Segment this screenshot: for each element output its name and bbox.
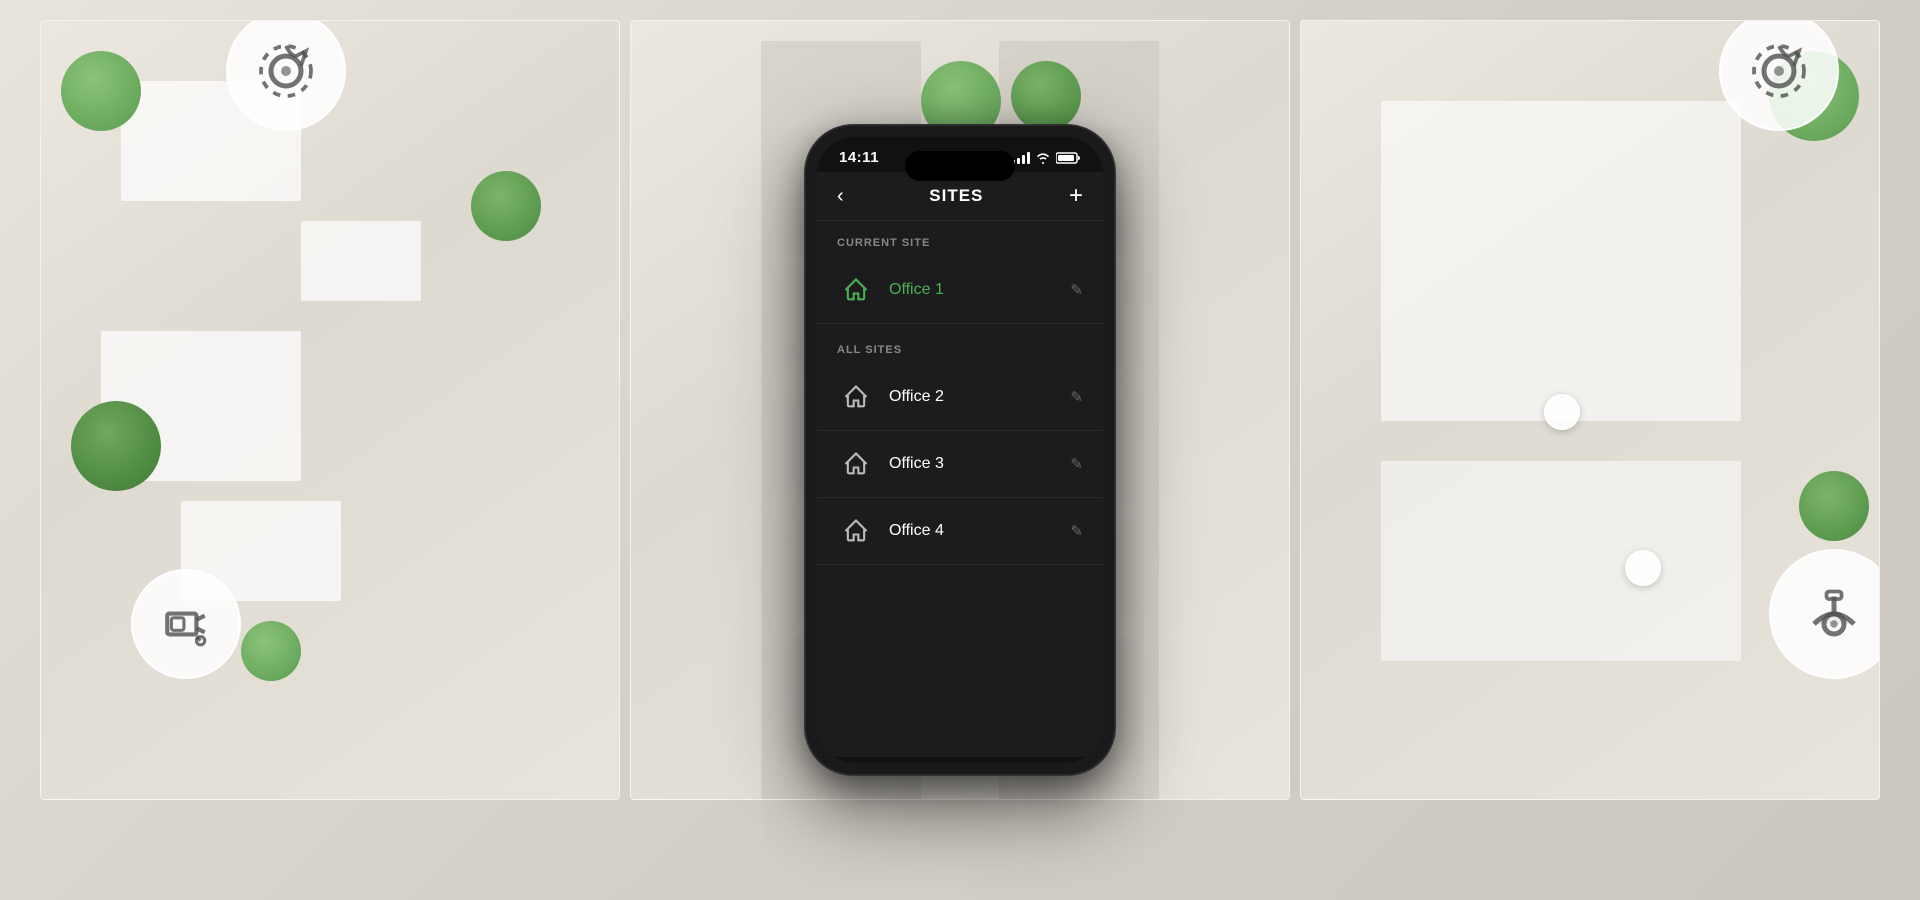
site-item-office3[interactable]: Office 3 ✎ <box>817 431 1103 498</box>
right-building-panel <box>1300 20 1880 800</box>
building-block <box>301 221 421 301</box>
current-site-home-icon <box>837 271 875 309</box>
left-building-panel <box>40 20 620 800</box>
edit-icon[interactable]: ✎ <box>1070 281 1083 299</box>
current-site-name: Office 1 <box>889 281 1070 299</box>
tree <box>1799 471 1869 541</box>
site-item-office4[interactable]: Office 4 ✎ <box>817 498 1103 565</box>
tree <box>471 171 541 241</box>
tree <box>71 401 161 491</box>
edit-icon-office3[interactable]: ✎ <box>1070 455 1083 473</box>
all-sites-section: ALL SITES Office 2 ✎ <box>817 328 1103 565</box>
site-home-icon-office2 <box>837 378 875 416</box>
current-site-label: CURRENT SITE <box>817 221 1103 257</box>
phone-outer-shell: 14:11 <box>805 125 1115 775</box>
location-marker <box>1544 394 1580 430</box>
building-block <box>1381 461 1741 661</box>
site-item-office2[interactable]: Office 2 ✎ <box>817 364 1103 431</box>
site-home-icon-office3 <box>837 445 875 483</box>
status-time: 14:11 <box>839 149 879 166</box>
site-name-office4: Office 4 <box>889 522 1070 540</box>
battery-icon <box>1056 152 1081 164</box>
tree <box>61 51 141 131</box>
site-home-icon-office4 <box>837 512 875 550</box>
wifi-icon <box>1035 152 1051 164</box>
edit-icon-office4[interactable]: ✎ <box>1070 522 1083 540</box>
site-name-office3: Office 3 <box>889 455 1070 473</box>
tree <box>241 621 301 681</box>
app-content: CURRENT SITE Office 1 ✎ ALL SITES <box>817 221 1103 757</box>
nav-title: SITES <box>929 186 983 206</box>
location-marker <box>1625 550 1661 586</box>
edit-icon-office2[interactable]: ✎ <box>1070 388 1083 406</box>
camera-icon-bottom-left <box>131 569 241 679</box>
tree <box>1011 61 1081 131</box>
camera-icon-top-left <box>226 20 346 131</box>
add-button[interactable]: + <box>1069 182 1083 210</box>
back-button[interactable]: ‹ <box>837 185 844 208</box>
site-name-office2: Office 2 <box>889 388 1070 406</box>
status-icons <box>1012 152 1081 164</box>
phone-mockup: 14:11 <box>805 125 1115 775</box>
signal-icon <box>1012 152 1030 164</box>
camera-icon-bottom-right <box>1769 549 1880 679</box>
current-site-item[interactable]: Office 1 ✎ <box>817 257 1103 324</box>
phone-screen: 14:11 <box>817 137 1103 763</box>
building-block <box>1381 101 1741 421</box>
all-sites-label: ALL SITES <box>817 328 1103 364</box>
dynamic-island <box>905 151 1015 181</box>
